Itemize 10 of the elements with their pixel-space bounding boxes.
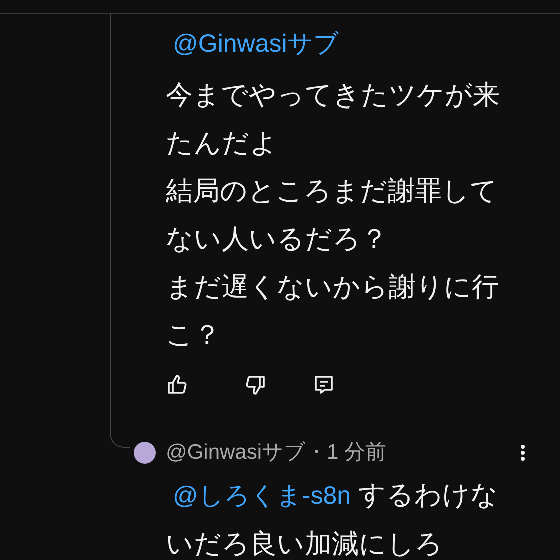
comment-meta: @Ginwasiサブ・1 分前 (166, 440, 387, 466)
comment-text: 今までやってきたツケが来たんだよ (166, 79, 501, 160)
more-options-icon[interactable] (520, 445, 526, 461)
comment-text: @しろくま-s8n するわけないだろ良い加減にしろ (166, 479, 500, 560)
mention-link[interactable]: @Ginwasiサブ (166, 26, 340, 64)
mention-link[interactable]: @しろくま-s8n (166, 482, 352, 510)
reply-icon[interactable] (312, 373, 336, 397)
comment-text: まだ遅くないから謝りに行こ？ (166, 271, 500, 352)
comment-text: 結局のところまだ謝罪してない人いるだろ？ (166, 175, 499, 256)
avatar[interactable] (134, 442, 156, 464)
